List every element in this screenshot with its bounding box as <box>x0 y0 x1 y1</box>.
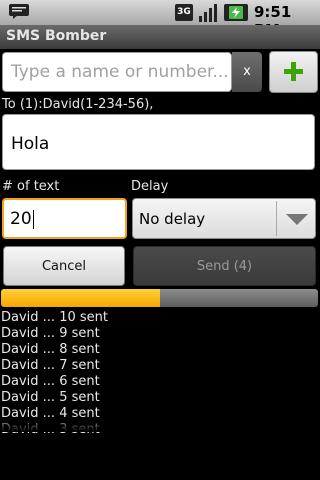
log-item: David ... 5 sent <box>1 390 100 405</box>
clear-recipient-button[interactable]: x <box>232 52 262 92</box>
count-input[interactable]: 20 <box>2 198 127 239</box>
recipient-input[interactable] <box>9 53 233 91</box>
list-fade <box>0 418 320 432</box>
battery-charging-icon <box>224 4 248 21</box>
dropdown-arrow-icon <box>286 214 308 225</box>
log-item: David ... 6 sent <box>1 374 100 389</box>
progress-fill <box>1 289 160 307</box>
recipients-summary: To (1):David(1-234-56), <box>2 97 154 112</box>
3g-icon: 3G <box>175 4 193 21</box>
log-item: David ... 7 sent <box>1 358 100 373</box>
delay-selected-value: No delay <box>139 210 206 228</box>
send-progress-bar <box>1 289 318 307</box>
count-label: # of text <box>2 179 60 194</box>
send-button[interactable]: Send (4) <box>133 246 316 286</box>
signal-strength-icon <box>199 4 217 22</box>
delay-label: Delay <box>131 179 169 194</box>
log-item: David ... 9 sent <box>1 326 100 341</box>
add-contact-button[interactable] <box>269 51 318 93</box>
message-input[interactable]: Hola <box>2 114 315 170</box>
status-bar: 3G 9:51 PM <box>0 0 320 39</box>
title-bar: SMS Bomber <box>0 25 320 49</box>
count-value: 20 <box>10 209 32 229</box>
cancel-button[interactable]: Cancel <box>3 246 125 286</box>
log-item: David ... 10 sent <box>1 310 108 325</box>
plus-icon <box>284 62 303 81</box>
recipient-field[interactable] <box>2 52 233 92</box>
app-title: SMS Bomber <box>6 28 107 44</box>
delay-select[interactable]: No delay <box>132 198 316 239</box>
log-item: David ... 8 sent <box>1 342 100 357</box>
message-notification-icon <box>9 4 29 19</box>
select-divider <box>276 201 277 236</box>
text-caret <box>32 209 34 229</box>
